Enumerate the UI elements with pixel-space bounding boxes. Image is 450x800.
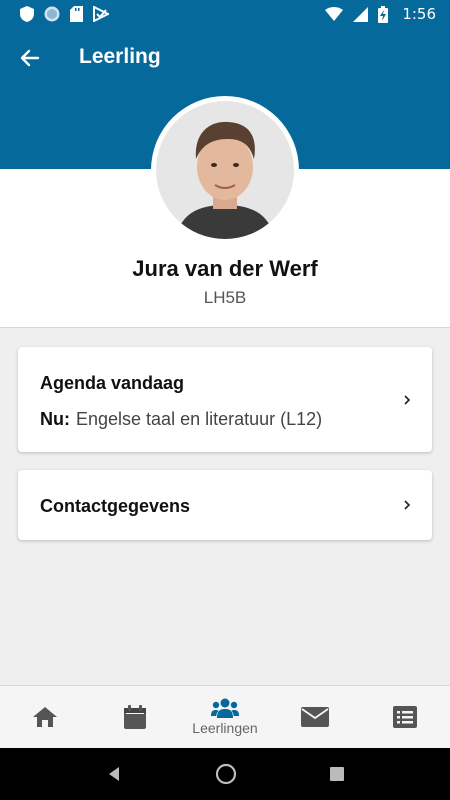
wifi-icon xyxy=(325,7,344,21)
list-icon xyxy=(393,706,417,728)
agenda-title: Agenda vandaag xyxy=(40,373,185,393)
check-play-icon xyxy=(93,6,109,22)
agenda-card[interactable]: Agenda vandaag Nu: Engelse taal en litera… xyxy=(18,347,432,452)
shield-icon xyxy=(20,6,34,22)
agenda-now-label: Nu: xyxy=(40,409,70,429)
avatar xyxy=(151,96,299,244)
student-class: LH5B xyxy=(203,288,247,307)
status-time: 1:56 xyxy=(402,5,436,23)
calendar-icon xyxy=(124,705,146,729)
agenda-now-value: Engelse taal en literatuur (L12) xyxy=(76,409,323,429)
chevron-right-icon xyxy=(404,394,411,405)
signal-icon xyxy=(353,6,369,22)
bottom-nav: Leerlingen xyxy=(0,685,450,748)
users-icon xyxy=(211,698,239,718)
nav-calendar[interactable] xyxy=(90,686,180,748)
arrow-left-icon xyxy=(20,49,40,67)
home-icon xyxy=(33,707,57,727)
back-button[interactable] xyxy=(14,42,46,74)
system-back-icon[interactable] xyxy=(106,766,122,782)
sd-card-icon xyxy=(70,6,83,22)
nav-messages[interactable] xyxy=(270,686,360,748)
battery-charging-icon xyxy=(378,5,389,23)
contact-title: Contactgegevens xyxy=(40,496,191,516)
status-bar: 1:56 xyxy=(0,0,450,28)
chevron-right-icon xyxy=(404,500,411,510)
student-photo xyxy=(156,101,294,239)
globe-icon xyxy=(44,6,60,22)
agenda-now: Nu: Engelse taal en literatuur (L12) xyxy=(40,409,322,430)
nav-list[interactable] xyxy=(360,686,450,748)
system-nav-bar xyxy=(0,748,450,800)
nav-leerlingen-label: Leerlingen xyxy=(192,720,258,736)
nav-home[interactable] xyxy=(0,686,90,748)
page-title: Leerling xyxy=(79,45,161,68)
nav-leerlingen[interactable]: Leerlingen xyxy=(180,686,270,748)
system-recents-icon[interactable] xyxy=(329,767,344,781)
contact-card[interactable]: Contactgegevens xyxy=(18,470,432,540)
envelope-icon xyxy=(301,707,329,727)
system-home-icon[interactable] xyxy=(215,763,237,785)
student-name: Jura van der Werf xyxy=(132,256,318,281)
